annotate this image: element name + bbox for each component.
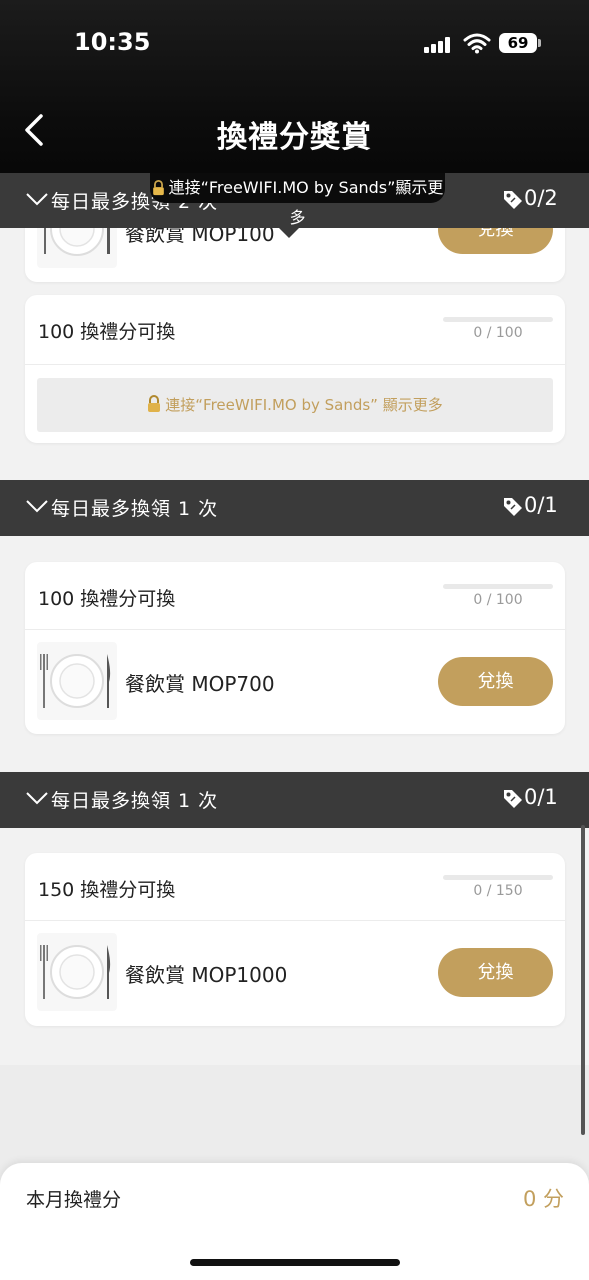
plate-image xyxy=(37,642,117,720)
progress-text: 0 / 150 xyxy=(473,883,523,899)
battery-icon: 69 xyxy=(499,33,537,53)
redeem-button[interactable]: 兌換 xyxy=(438,657,553,706)
locked-row: 連接“FreeWIFI.MO by Sands” 顯示更多 xyxy=(25,365,565,443)
chevron-down-icon xyxy=(26,792,48,805)
item-name: 餐飲賞 MOP1000 xyxy=(125,963,288,987)
reward-card: 100 換禮分可換 0 / 100 餐飲賞 MOP700 兌換 xyxy=(25,562,565,734)
section-count: 0/2 xyxy=(524,186,558,210)
section-header-2[interactable]: 每日最多換領 1 次 0/1 xyxy=(0,480,589,536)
reward-card: 100 換禮分可換 0 / 100 連接“FreeWIFI.MO by Sand… xyxy=(25,295,565,443)
wifi-icon xyxy=(463,33,491,54)
points-label: 100 換禮分可換 xyxy=(38,321,176,343)
wifi-banner[interactable]: 連接“FreeWIFI.MO by Sands”顯示更多 xyxy=(150,173,445,227)
reward-card: 150 換禮分可換 0 / 150 餐飲賞 MOP1000 兌換 xyxy=(25,853,565,1026)
section-label: 每日最多換領 1 次 xyxy=(51,498,219,520)
progress-bar xyxy=(443,584,553,589)
ticket-icon xyxy=(504,498,522,516)
signal-icon xyxy=(424,37,452,53)
progress-bar xyxy=(443,317,553,322)
battery-tip xyxy=(538,39,541,47)
monthly-points-sheet: 本月換禮分 0 分 xyxy=(0,1163,589,1280)
points-row: 100 換禮分可換 0 / 100 xyxy=(25,562,565,630)
reward-item-row: 餐飲賞 MOP700 兌換 xyxy=(25,630,565,734)
connect-wifi-prompt[interactable]: 連接“FreeWIFI.MO by Sands” 顯示更多 xyxy=(37,378,553,432)
status-time: 10:35 xyxy=(74,28,151,56)
points-row: 150 換禮分可換 0 / 150 xyxy=(25,853,565,921)
item-name: 餐飲賞 MOP700 xyxy=(125,672,275,696)
monthly-points-value: 0 分 xyxy=(522,1187,564,1211)
chevron-down-icon xyxy=(26,193,48,206)
locked-text: 連接“FreeWIFI.MO by Sands” 顯示更多 xyxy=(165,396,443,414)
points-label: 150 換禮分可換 xyxy=(38,879,176,901)
monthly-points-label: 本月換禮分 xyxy=(26,1189,122,1211)
lock-icon xyxy=(148,395,161,412)
lock-icon xyxy=(152,180,164,196)
progress-text: 0 / 100 xyxy=(473,325,523,341)
ticket-icon xyxy=(504,790,522,808)
home-indicator xyxy=(190,1259,400,1266)
section-header-3[interactable]: 每日最多換領 1 次 0/1 xyxy=(0,772,589,828)
reward-item-row: 餐飲賞 MOP1000 兌換 xyxy=(25,921,565,1025)
points-label: 100 換禮分可換 xyxy=(38,588,176,610)
chevron-down-icon xyxy=(26,500,48,513)
progress-bar xyxy=(443,875,553,880)
section-count: 0/1 xyxy=(524,785,558,809)
progress-text: 0 / 100 xyxy=(473,592,523,608)
page-title: 換禮分獎賞 xyxy=(217,120,372,155)
ticket-icon xyxy=(504,191,522,209)
redeem-button[interactable]: 兌換 xyxy=(438,948,553,997)
section-count: 0/1 xyxy=(524,493,558,517)
plate-image xyxy=(37,933,117,1011)
points-row: 100 換禮分可換 0 / 100 xyxy=(25,295,565,365)
scrollbar[interactable] xyxy=(581,825,585,1135)
section-label: 每日最多換領 1 次 xyxy=(51,790,219,812)
